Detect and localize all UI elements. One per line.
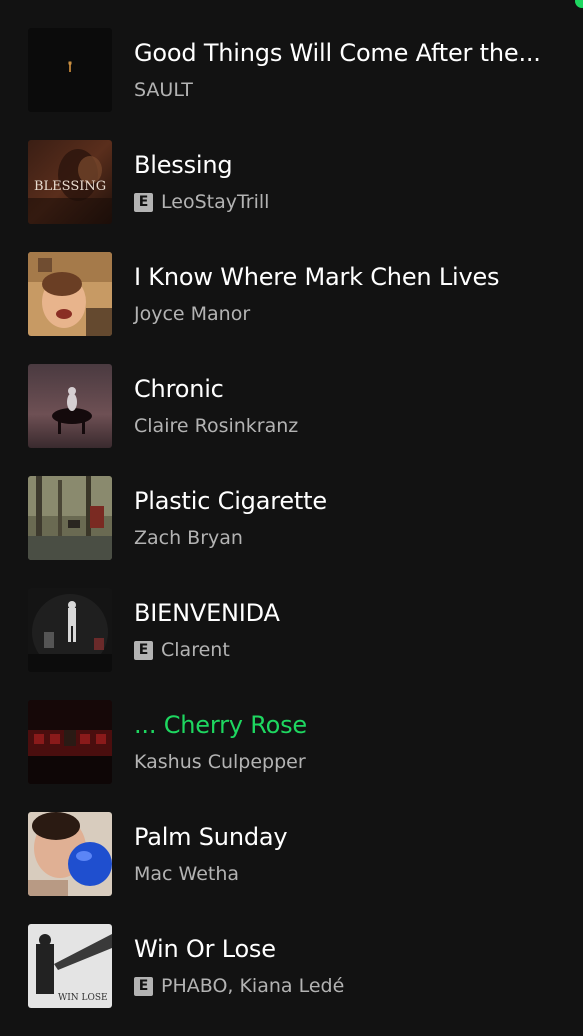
track-artist: SAULT xyxy=(134,79,193,101)
explicit-badge: E xyxy=(134,976,153,996)
track-title-playing: ... Cherry Rose xyxy=(134,711,307,739)
track-artist-line: E LeoStayTrill xyxy=(134,189,269,215)
track-artist: LeoStayTrill xyxy=(161,191,270,213)
track-row[interactable]: BLESSING Blessing E LeoStayTrill xyxy=(0,140,583,252)
track-artist-line: Mac Wetha xyxy=(134,861,239,887)
track-title: Chronic xyxy=(134,375,224,403)
track-artist: Joyce Manor xyxy=(134,303,251,325)
track-artist-line: Joyce Manor xyxy=(134,301,250,327)
sault-album-art xyxy=(28,28,112,112)
track-artist-line: Kashus Culpepper xyxy=(134,749,306,775)
track-title: BIENVENIDA xyxy=(134,599,280,627)
track-artist: Mac Wetha xyxy=(134,863,240,885)
plastic-cigarette-album-art xyxy=(28,476,112,560)
track-artist: Kashus Culpepper xyxy=(134,751,306,773)
track-artist: Zach Bryan xyxy=(134,527,243,549)
track-artist-line: SAULT xyxy=(134,77,193,103)
track-title: I Know Where Mark Chen Lives xyxy=(134,263,500,291)
track-title: Palm Sunday xyxy=(134,823,288,851)
explicit-badge: E xyxy=(134,640,153,660)
track-artist-line: E PHABO, Kiana Ledé xyxy=(134,973,344,999)
chronic-album-art xyxy=(28,364,112,448)
win-or-lose-art-text: WIN LOSE xyxy=(58,993,108,1003)
track-artist-line: E Clarent xyxy=(134,637,230,663)
track-row[interactable]: Palm Sunday Mac Wetha xyxy=(0,812,583,924)
blessing-album-art: BLESSING xyxy=(28,140,112,224)
track-title: Blessing xyxy=(134,151,233,179)
win-or-lose-album-art: WIN LOSE xyxy=(28,924,112,1008)
cherry-rose-album-art xyxy=(28,700,112,784)
track-row[interactable]: I Know Where Mark Chen Lives Joyce Manor xyxy=(0,252,583,364)
track-row[interactable]: WIN LOSE Win Or Lose E PHABO, Kiana Ledé xyxy=(0,924,583,1036)
track-row[interactable]: Good Things Will Come After the... SAULT xyxy=(0,28,583,140)
track-artist: Clarent xyxy=(161,639,230,661)
track-row[interactable]: Chronic Claire Rosinkranz xyxy=(0,364,583,476)
blessing-art-text: BLESSING xyxy=(34,179,106,194)
track-artist-line: Claire Rosinkranz xyxy=(134,413,298,439)
track-artist: Claire Rosinkranz xyxy=(134,415,299,437)
bienvenida-album-art xyxy=(28,588,112,672)
joyce-manor-album-art xyxy=(28,252,112,336)
track-row[interactable]: BIENVENIDA E Clarent xyxy=(0,588,583,700)
explicit-badge: E xyxy=(134,192,153,212)
palm-sunday-album-art xyxy=(28,812,112,896)
track-list: Good Things Will Come After the... SAULT xyxy=(0,0,583,1023)
track-title: Win Or Lose xyxy=(134,935,276,963)
track-row[interactable]: Plastic Cigarette Zach Bryan xyxy=(0,476,583,588)
track-artist-line: Zach Bryan xyxy=(134,525,243,551)
track-row-playing[interactable]: ... Cherry Rose Kashus Culpepper xyxy=(0,700,583,812)
track-artist: PHABO, Kiana Ledé xyxy=(161,975,345,997)
track-title: Good Things Will Come After the... xyxy=(134,39,541,67)
track-title: Plastic Cigarette xyxy=(134,487,327,515)
